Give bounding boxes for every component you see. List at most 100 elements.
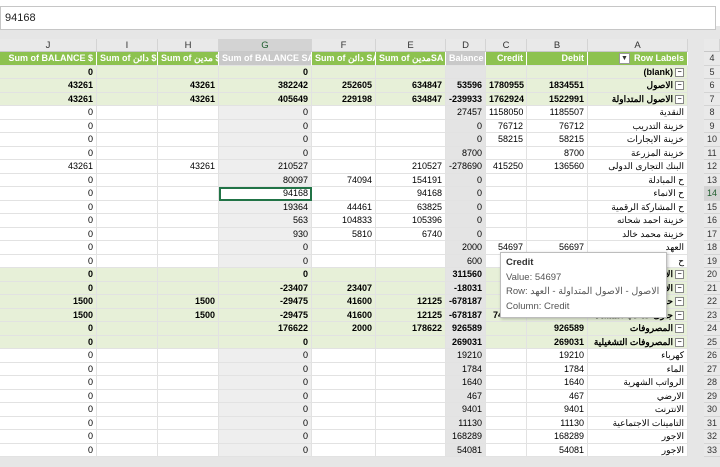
pivot-cell[interactable] <box>486 335 527 349</box>
column-header-b[interactable]: B <box>527 39 588 52</box>
pivot-cell[interactable]: 19210 <box>446 349 486 363</box>
pivot-cell[interactable] <box>376 389 446 403</box>
pivot-cell[interactable] <box>97 92 158 106</box>
pivot-cell[interactable] <box>158 430 219 444</box>
row-number[interactable]: 16 <box>704 214 720 228</box>
pivot-cell[interactable] <box>312 241 376 255</box>
pivot-cell[interactable] <box>312 362 376 376</box>
row-number[interactable]: 24 <box>704 322 720 336</box>
pivot-cell[interactable]: 563 <box>219 214 312 228</box>
pivot-cell[interactable] <box>312 403 376 417</box>
collapse-toggle-icon[interactable]: − <box>675 67 684 77</box>
pivot-cell[interactable]: -29475 <box>219 308 312 322</box>
pivot-cell[interactable] <box>97 362 158 376</box>
pivot-cell[interactable] <box>97 389 158 403</box>
pivot-cell[interactable] <box>312 416 376 430</box>
pivot-cell[interactable]: التامينات الاجتماعية <box>588 416 688 430</box>
pivot-cell[interactable]: 0 <box>446 133 486 147</box>
row-number[interactable]: 26 <box>704 349 720 363</box>
pivot-cell[interactable] <box>312 268 376 282</box>
column-header-e[interactable]: E <box>376 39 446 52</box>
pivot-cell[interactable]: الاصول المتداولة − <box>588 92 688 106</box>
collapse-toggle-icon[interactable]: − <box>675 81 684 91</box>
pivot-cell[interactable]: 1640 <box>446 376 486 390</box>
collapse-toggle-icon[interactable]: − <box>675 310 684 320</box>
pivot-cell[interactable] <box>97 295 158 309</box>
pivot-cell[interactable] <box>376 430 446 444</box>
pivot-cell[interactable] <box>158 443 219 457</box>
pivot-cell[interactable] <box>97 254 158 268</box>
pivot-cell[interactable]: 0 <box>446 227 486 241</box>
pivot-cell[interactable]: 311560 <box>446 268 486 282</box>
pivot-cell[interactable]: 634847 <box>376 79 446 93</box>
pivot-cell[interactable] <box>312 349 376 363</box>
row-number[interactable]: 18 <box>704 241 720 255</box>
pivot-cell[interactable]: خزينة التدريب <box>588 119 688 133</box>
pivot-cell[interactable]: 0 <box>0 119 97 133</box>
pivot-cell[interactable]: 1185507 <box>527 106 588 120</box>
pivot-cell[interactable]: 178622 <box>376 322 446 336</box>
pivot-cell[interactable]: 0 <box>446 200 486 214</box>
pivot-cell[interactable]: 0 <box>0 403 97 417</box>
pivot-cell[interactable]: 9401 <box>527 403 588 417</box>
pivot-cell[interactable]: 0 <box>219 376 312 390</box>
pivot-cell[interactable]: خزينة الايجارات <box>588 133 688 147</box>
row-number[interactable]: 8 <box>704 106 720 120</box>
row-number[interactable]: 23 <box>704 308 720 322</box>
pivot-cell[interactable] <box>158 281 219 295</box>
pivot-cell[interactable]: 74094 <box>312 173 376 187</box>
pivot-cell[interactable]: 926589 <box>527 322 588 336</box>
pivot-cell[interactable]: -278690 <box>446 160 486 174</box>
pivot-cell[interactable] <box>97 268 158 282</box>
pivot-cell[interactable]: 1834551 <box>527 79 588 93</box>
pivot-cell[interactable] <box>376 403 446 417</box>
pivot-cell[interactable] <box>312 254 376 268</box>
pivot-cell[interactable] <box>158 200 219 214</box>
row-number[interactable]: 29 <box>704 389 720 403</box>
pivot-header-cell[interactable]: ▼ Row Labels <box>588 52 688 66</box>
pivot-cell[interactable]: -29475 <box>219 295 312 309</box>
pivot-cell[interactable] <box>376 146 446 160</box>
pivot-cell[interactable]: 0 <box>0 416 97 430</box>
row-number[interactable]: 25 <box>704 335 720 349</box>
pivot-cell[interactable]: 0 <box>219 430 312 444</box>
pivot-cell[interactable] <box>376 362 446 376</box>
pivot-cell[interactable] <box>158 335 219 349</box>
pivot-cell[interactable]: 0 <box>446 187 486 201</box>
pivot-cell[interactable] <box>97 281 158 295</box>
column-header-h[interactable]: H <box>158 39 219 52</box>
pivot-cell[interactable]: 0 <box>219 65 312 79</box>
pivot-cell[interactable]: 23407 <box>312 281 376 295</box>
pivot-cell[interactable]: 80097 <box>219 173 312 187</box>
pivot-cell[interactable]: 0 <box>0 106 97 120</box>
pivot-cell[interactable] <box>376 416 446 430</box>
pivot-cell[interactable] <box>97 133 158 147</box>
pivot-cell[interactable]: 0 <box>0 65 97 79</box>
pivot-cell[interactable]: 9401 <box>446 403 486 417</box>
pivot-cell[interactable]: 104833 <box>312 214 376 228</box>
row-number[interactable]: 9 <box>704 119 720 133</box>
column-header-i[interactable]: I <box>97 39 158 52</box>
pivot-cell[interactable] <box>376 335 446 349</box>
pivot-cell[interactable] <box>97 146 158 160</box>
pivot-cell[interactable]: 467 <box>446 389 486 403</box>
pivot-cell[interactable]: الرواتب الشهرية <box>588 376 688 390</box>
collapse-toggle-icon[interactable]: − <box>675 94 684 104</box>
pivot-cell[interactable]: خزينة المزرعة <box>588 146 688 160</box>
row-number[interactable]: 11 <box>704 146 720 160</box>
select-all-corner[interactable] <box>704 39 720 52</box>
pivot-cell[interactable]: الارضي <box>588 389 688 403</box>
pivot-cell[interactable] <box>527 187 588 201</box>
pivot-cell[interactable]: 58215 <box>527 133 588 147</box>
formula-input[interactable]: 94168 <box>0 6 716 30</box>
collapse-toggle-icon[interactable]: − <box>675 283 684 293</box>
pivot-cell[interactable]: 1522991 <box>527 92 588 106</box>
pivot-cell[interactable]: 415250 <box>486 160 527 174</box>
row-number[interactable]: 13 <box>704 173 720 187</box>
pivot-cell[interactable] <box>97 308 158 322</box>
pivot-cell[interactable]: 154191 <box>376 173 446 187</box>
row-number[interactable]: 5 <box>704 65 720 79</box>
row-number[interactable]: 19 <box>704 254 720 268</box>
pivot-cell[interactable] <box>97 119 158 133</box>
pivot-cell[interactable] <box>97 241 158 255</box>
